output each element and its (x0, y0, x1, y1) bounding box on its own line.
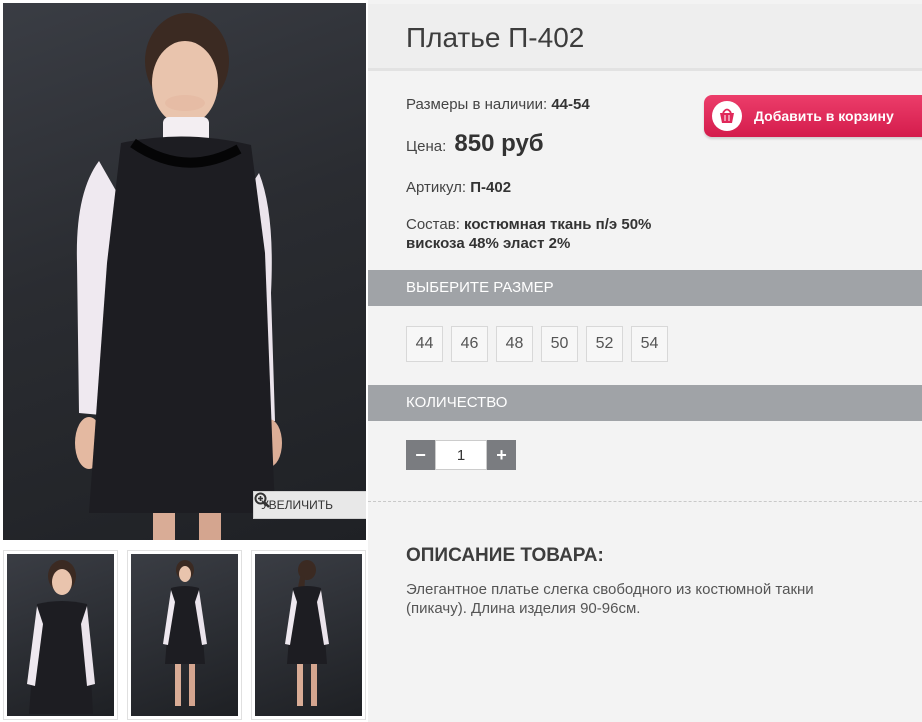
magnifier-plus-icon (254, 492, 270, 508)
size-options: 44 46 48 50 52 54 (406, 326, 668, 362)
article-label: Артикул: (406, 179, 467, 196)
composition-value-line1: костюмная ткань п/э 50% (464, 216, 652, 233)
composition: Состав: костюмная ткань п/э 50% вискоза … (406, 215, 651, 253)
quantity-input[interactable] (435, 440, 487, 470)
thumbnail-photo-front-closeup (27, 560, 95, 714)
quantity-decrease-button[interactable]: − (406, 440, 435, 470)
product-info-panel: Платье П-402 Размеры в наличии: 44-54 Це… (368, 0, 922, 722)
size-option-52[interactable]: 52 (586, 326, 623, 362)
sizes-available-value: 44-54 (551, 96, 590, 113)
zoom-label: УВЕЛИЧИТЬ (261, 498, 333, 512)
size-option-46[interactable]: 46 (451, 326, 488, 362)
size-option-48[interactable]: 48 (496, 326, 533, 362)
thumbnail-strip (3, 550, 366, 720)
add-to-cart-button[interactable]: Добавить в корзину (704, 95, 922, 137)
description-title: ОПИСАНИЕ ТОВАРА: (406, 545, 604, 566)
section-divider (368, 501, 922, 502)
composition-label: Состав: (406, 216, 460, 233)
composition-value-line2: вискоза 48% эласт 2% (406, 235, 571, 252)
price-value: 850 руб (454, 130, 544, 157)
basket-icon (712, 101, 742, 131)
thumbnail-photo-back (285, 560, 329, 706)
size-option-50[interactable]: 50 (541, 326, 578, 362)
sizes-available: Размеры в наличии: 44-54 (406, 96, 590, 113)
thumbnail-3[interactable] (251, 550, 366, 720)
price: Цена: 850 руб (406, 130, 544, 158)
product-title: Платье П-402 (406, 22, 585, 53)
article-value: П-402 (470, 179, 512, 196)
article: Артикул: П-402 (406, 179, 511, 196)
thumbnail-1[interactable] (3, 550, 118, 720)
quantity-increase-button[interactable]: + (487, 440, 516, 470)
price-label: Цена: (406, 138, 447, 155)
size-section-heading: ВЫБЕРИТЕ РАЗМЕР (368, 270, 922, 306)
quantity-stepper: − + (406, 440, 516, 470)
thumbnail-photo-front-full (163, 560, 207, 706)
model-photo-illustration (75, 13, 282, 540)
quantity-section-heading: КОЛИЧЕСТВО (368, 385, 922, 421)
add-to-cart-label: Добавить в корзину (754, 108, 894, 124)
zoom-button[interactable]: УВЕЛИЧИТЬ (253, 491, 366, 519)
thumbnail-2[interactable] (127, 550, 242, 720)
size-option-44[interactable]: 44 (406, 326, 443, 362)
size-option-54[interactable]: 54 (631, 326, 668, 362)
sizes-available-label: Размеры в наличии: (406, 96, 548, 113)
description-text: Элегантное платье слегка свободного из к… (406, 581, 814, 617)
main-product-photo[interactable]: УВЕЛИЧИТЬ (3, 3, 366, 540)
title-bar: Платье П-402 (368, 4, 922, 71)
